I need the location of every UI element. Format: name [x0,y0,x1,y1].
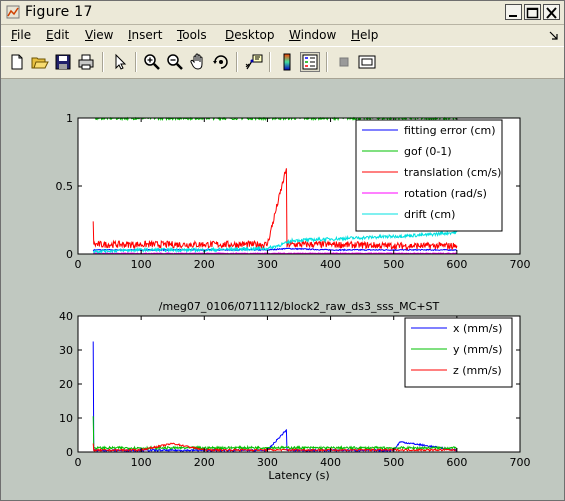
rotate-3d-icon [213,55,228,69]
save-button[interactable] [53,52,73,72]
hide-plot-tools-button[interactable] [334,52,354,72]
menu-help[interactable]: Help [351,28,378,42]
open-file-button[interactable] [30,52,50,72]
legend-entry: translation (cm/s) [404,166,501,179]
axes-1: fitting error (cm) gof (0-1) translation (… [77,116,521,255]
y-tick-label: 20 [59,378,73,391]
y-tick-label: 0 [66,248,73,261]
x-tick-label: 300 [257,258,278,271]
x-tick-label: 700 [510,258,531,271]
title-bar[interactable]: Figure 17 [1,1,564,25]
figure-window: Figure 17 File Edit View Insert Tools De… [0,0,565,501]
minimize-icon [509,15,517,17]
print-button[interactable] [76,52,96,72]
x-tick-label: 600 [446,258,467,271]
x-axis-label: Latency (s) [268,469,329,482]
axes-title: /meg07_0106/071112/block2_raw_ds3_sss_MC… [159,300,440,313]
x-tick-label: 100 [131,456,152,469]
legend-entry: fitting error (cm) [404,124,496,137]
matlab-figure-icon [6,5,20,19]
figure-toolbar [1,46,564,79]
pan-hand-icon [190,53,203,70]
y-tick-label: 30 [59,344,73,357]
colorbar-icon [283,53,291,71]
x-tick-label: 500 [383,258,404,271]
menu-bar: File Edit View Insert Tools Desktop Wind… [1,25,564,46]
x-tick-label: 400 [320,456,341,469]
x-tick-label: 100 [131,258,152,271]
show-plot-tools-icon [358,55,376,69]
x-tick-label: 600 [446,456,467,469]
y-tick-label: 40 [59,310,73,323]
menu-edit[interactable]: Edit [46,28,69,42]
zoom-out-button[interactable] [165,52,185,72]
data-cursor-icon [245,54,263,70]
menu-file[interactable]: File [11,28,31,42]
toolbar-separator [135,52,137,72]
x-tick-label: 500 [383,456,404,469]
x-tick-label: 200 [194,456,215,469]
close-icon [546,7,557,19]
y-tick-label: 0 [66,446,73,459]
toolbar-separator [236,52,238,72]
toolbar-separator [102,52,104,72]
figure-canvas[interactable]: fitting error (cm) gof (0-1) translation (… [1,78,564,500]
legend-entry: z (mm/s) [453,364,502,377]
menu-insert[interactable]: Insert [128,28,162,42]
show-plot-tools-button[interactable] [357,52,377,72]
x-tick-label: 700 [510,456,531,469]
legend-icon [302,54,318,70]
menu-desktop[interactable]: Desktop [225,28,275,42]
zoom-in-icon [144,54,160,70]
x-tick-label: 400 [320,258,341,271]
print-icon [78,54,94,70]
dock-arrow-icon[interactable] [549,31,559,41]
insert-colorbar-button[interactable] [277,52,297,72]
menu-view[interactable]: View [85,28,113,42]
x-tick-label: 0 [75,258,82,271]
zoom-in-button[interactable] [142,52,162,72]
rotate-3d-button[interactable] [211,52,231,72]
pan-button[interactable] [188,52,208,72]
toolbar-separator [269,52,271,72]
insert-legend-button[interactable] [300,52,320,72]
legend-entry: rotation (rad/s) [404,187,487,200]
y-tick-label: 0.5 [56,180,74,193]
save-icon [55,54,71,70]
legend: x (mm/s) y (mm/s) z (mm/s) [404,317,513,388]
select-arrow-icon [115,53,127,70]
minimize-button[interactable] [505,4,522,20]
maximize-button[interactable] [524,4,541,20]
open-folder-icon [31,57,49,69]
x-tick-label: 200 [194,258,215,271]
hide-plot-tools-icon [339,57,349,67]
menu-tools[interactable]: Tools [177,28,207,42]
toolbar-separator [326,52,328,72]
y-tick-label: 1 [66,112,73,125]
new-figure-button[interactable] [7,52,27,72]
close-button[interactable] [543,4,560,20]
x-tick-label: 0 [75,456,82,469]
menu-window[interactable]: Window [289,28,336,42]
zoom-out-icon [167,54,183,70]
edit-plot-button[interactable] [110,52,130,72]
legend-entry: drift (cm) [404,208,455,221]
legend-entry: x (mm/s) [453,322,502,335]
legend: fitting error (cm) gof (0-1) translation (… [355,119,503,232]
x-tick-label: 300 [257,456,278,469]
data-cursor-button[interactable] [244,52,264,72]
legend-entry: y (mm/s) [453,343,502,356]
legend-entry: gof (0-1) [404,145,452,158]
axes-2: x (mm/s) y (mm/s) z (mm/s) [77,315,521,453]
maximize-icon [526,7,539,19]
y-tick-label: 10 [59,412,73,425]
new-file-icon [11,54,23,70]
window-title: Figure 17 [25,4,93,20]
